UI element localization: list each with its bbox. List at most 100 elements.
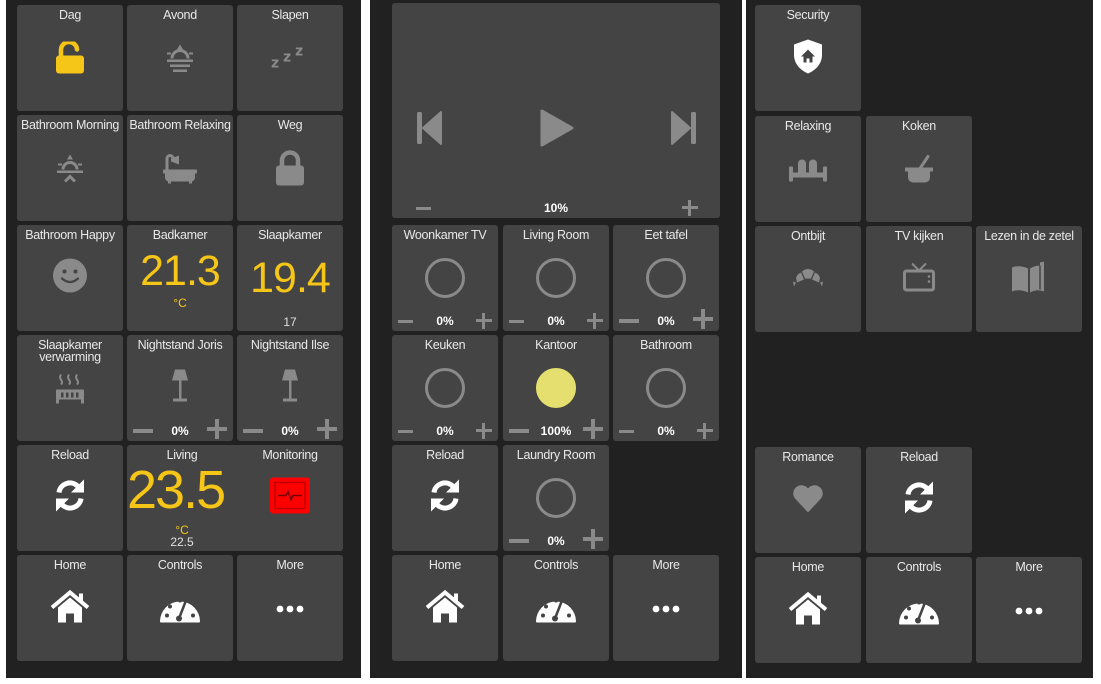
tile-bathroom-relaxing[interactable]: Bathroom Relaxing [127, 115, 233, 221]
skip-previous-icon[interactable] [417, 111, 443, 150]
tile-romance[interactable]: Romance [755, 447, 861, 553]
tile-living-temperature[interactable]: Living 23.5 °C 22.5 [127, 445, 237, 551]
temperature-unit: °C [173, 296, 187, 310]
media-player: 10% [392, 3, 720, 218]
tile-controls[interactable]: Controls [127, 555, 233, 661]
volume-up-button[interactable] [682, 200, 698, 216]
tile-label: Woonkamer TV [403, 228, 487, 242]
increase-button[interactable] [587, 313, 603, 329]
tile-label: Security [786, 8, 830, 22]
light-bulb-off-icon [425, 258, 465, 298]
tile-home[interactable]: Home [17, 555, 123, 661]
tile-tv-kijken[interactable]: TV kijken [866, 226, 972, 332]
dimmer-control: 0% [613, 421, 719, 439]
tile-keuken[interactable]: Keuken 0% [392, 335, 498, 441]
tile-laundry-room[interactable]: Laundry Room 0% [503, 445, 609, 551]
tile-label: Bathroom Morning [20, 118, 120, 132]
tile-controls[interactable]: Controls [503, 555, 609, 661]
tile-label: Monitoring [262, 448, 318, 462]
tile-home[interactable]: Home [755, 557, 861, 663]
tile-reload[interactable]: Reload [866, 447, 972, 553]
tile-label: Dag [58, 8, 82, 22]
tile-living-room[interactable]: Living Room 0% [503, 225, 609, 331]
tile-label: Home [53, 558, 87, 572]
tile-slaapkamer-verwarming[interactable]: Slaapkamer verwarming [17, 335, 123, 441]
cooking-pot-icon [903, 155, 935, 190]
more-dots-icon [276, 600, 304, 618]
tile-woonkamer-tv[interactable]: Woonkamer TV 0% [392, 225, 498, 331]
play-icon[interactable] [540, 109, 574, 152]
refresh-icon [52, 478, 88, 519]
lamp-icon [280, 369, 300, 408]
tile-label: Koken [902, 119, 936, 133]
tile-kantoor[interactable]: Kantoor 100% [503, 335, 609, 441]
tile-bathroom-morning[interactable]: Bathroom Morning [17, 115, 123, 221]
tile-label: Badkamer [152, 228, 208, 242]
tile-home[interactable]: Home [392, 555, 498, 661]
tile-slaapkamer-temperature[interactable]: Slaapkamer 19.4 17 [237, 225, 343, 331]
tile-ontbijt[interactable]: Ontbijt [755, 226, 861, 332]
tile-controls[interactable]: Controls [866, 557, 972, 663]
tile-label: Avond [163, 8, 197, 22]
increase-button[interactable] [697, 423, 713, 439]
tile-koken[interactable]: Koken [866, 116, 972, 222]
tile-label: Home [791, 560, 825, 574]
svg-text:z: z [271, 56, 279, 70]
tile-nightstand-ilse[interactable]: Nightstand Ilse 0% [237, 335, 343, 441]
home-icon [788, 591, 828, 631]
tile-dag[interactable]: Dag [17, 5, 123, 111]
tile-nightstand-joris[interactable]: Nightstand Joris 0% [127, 335, 233, 441]
increase-button[interactable] [693, 309, 713, 329]
dimmer-control: 0% [503, 529, 609, 549]
tile-label: Living Room [522, 228, 590, 242]
home-icon [425, 589, 465, 629]
increase-button[interactable] [583, 529, 603, 549]
tile-reload[interactable]: Reload [17, 445, 123, 551]
croissant-icon [791, 266, 825, 293]
tile-badkamer-temperature[interactable]: Badkamer 21.3 °C [127, 225, 233, 331]
refresh-icon [427, 478, 463, 519]
tile-more[interactable]: More [613, 555, 719, 661]
increase-button[interactable] [583, 419, 603, 439]
increase-button[interactable] [207, 419, 227, 439]
gauge-icon [898, 594, 940, 631]
tile-label: Controls [533, 558, 579, 572]
tile-eet-tafel[interactable]: Eet tafel 0% [613, 225, 719, 331]
tile-reload[interactable]: Reload [392, 445, 498, 551]
tile-label: More [652, 558, 680, 572]
tile-avond[interactable]: Avond [127, 5, 233, 111]
increase-button[interactable] [317, 419, 337, 439]
tile-bathroom[interactable]: Bathroom 0% [613, 335, 719, 441]
more-dots-icon [1015, 602, 1043, 620]
tile-label: Nightstand Joris [137, 338, 223, 352]
light-bulb-on-icon [536, 368, 576, 408]
lamp-icon [170, 369, 190, 408]
increase-button[interactable] [476, 313, 492, 329]
tile-label: Nightstand Ilse [250, 338, 330, 352]
dimmer-control: 0% [392, 421, 498, 439]
tile-label: Slapen [271, 8, 309, 22]
heart-icon [792, 484, 824, 519]
tile-relaxing[interactable]: Relaxing [755, 116, 861, 222]
light-bulb-off-icon [536, 478, 576, 518]
volume-level: 10% [543, 201, 569, 215]
tile-monitoring[interactable]: Monitoring [237, 445, 343, 551]
tile-label: Slaapkamer verwarming [38, 338, 102, 364]
tile-more[interactable]: More [237, 555, 343, 661]
tile-label: Relaxing [784, 119, 832, 133]
tile-lezen-in-de-zetel[interactable]: Lezen in de zetel [976, 226, 1082, 332]
tile-slapen[interactable]: Slapen zzz [237, 5, 343, 111]
dimmer-control: 0% [237, 419, 343, 439]
home-icon [50, 589, 90, 629]
sleep-zzz-icon: zzz [271, 44, 309, 75]
book-icon [1011, 261, 1047, 299]
increase-button[interactable] [476, 423, 492, 439]
tile-more[interactable]: More [976, 557, 1082, 663]
skip-next-icon[interactable] [670, 111, 696, 150]
monitor-heartbeat-icon [269, 477, 311, 520]
tile-security[interactable]: Security [755, 5, 861, 111]
tile-weg[interactable]: Weg [237, 115, 343, 221]
svg-text:z: z [295, 44, 303, 60]
tile-bathroom-happy[interactable]: Bathroom Happy [17, 225, 123, 331]
light-bulb-off-icon [425, 368, 465, 408]
